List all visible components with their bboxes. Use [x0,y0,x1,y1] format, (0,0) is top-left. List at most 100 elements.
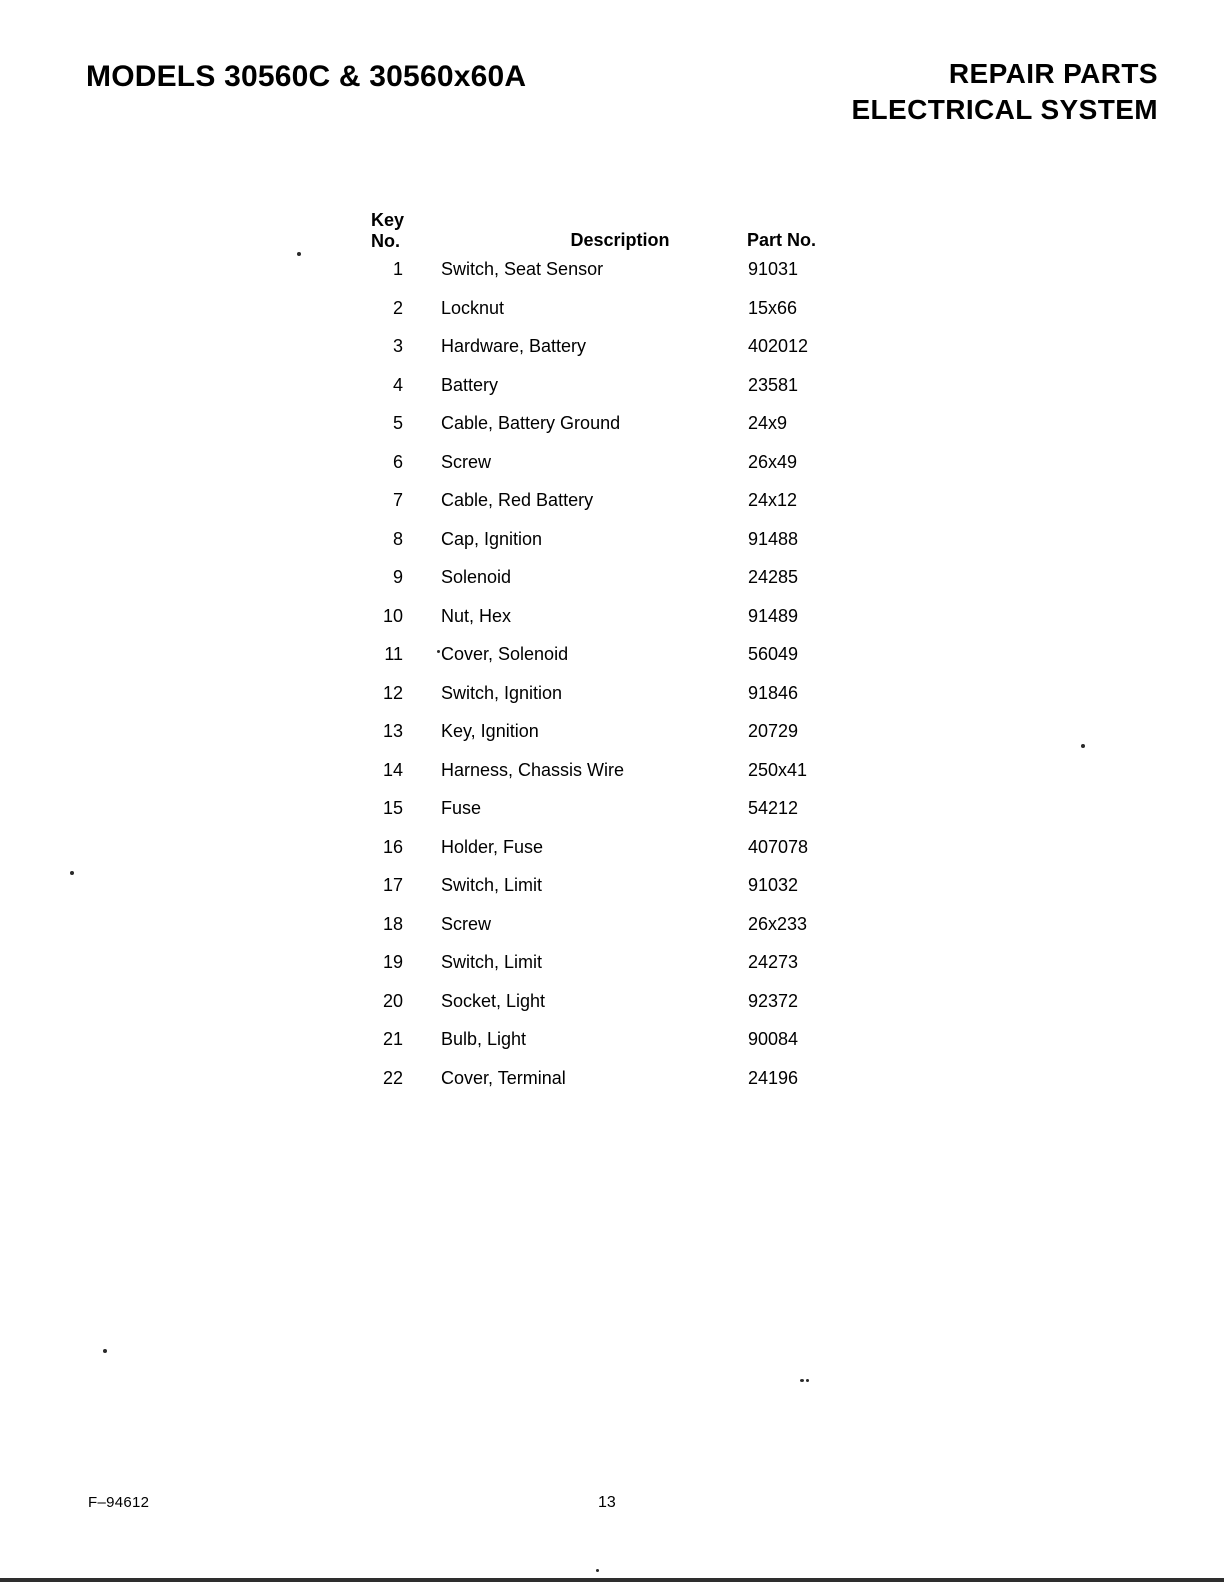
cell-key-no: 2 [392,297,403,318]
scan-speckle [297,252,301,256]
cell-key-no: 3 [392,336,403,356]
cell-part-no: 402012 [748,336,809,356]
table-row: 4 Battery 23581 [355,376,875,415]
cell-key-no: 9 [392,567,403,587]
scan-speckle [103,1349,107,1353]
table-row: 15 Fuse 54212 [355,799,875,838]
page-footer: F–94612 13 [0,1454,1224,1584]
column-header-part-no: Part No. [747,230,817,250]
cell-part-no: 24273 [748,952,799,972]
cell-description: Cover, Terminal [441,1067,566,1088]
table-row: 18 Screw 26x233 [355,915,875,954]
scan-speckle [437,650,440,653]
scan-speckle [70,871,74,875]
cell-key-no: 7 [392,490,403,510]
scan-speckle [800,1379,804,1382]
cell-description: Nut, Hex [441,605,512,626]
cell-key-no: 11 [384,644,403,664]
cell-key-no: 12 [382,682,403,703]
cell-description: Harness, Chassis Wire [441,759,625,780]
cell-description: Battery [441,374,499,395]
cell-description: Screw [441,913,492,934]
cell-part-no: 26x49 [748,451,798,472]
cell-description: Locknut [441,297,505,318]
document-page: MODELS 30560C & 30560x60A REPAIR PARTS E… [0,0,1224,1584]
cell-description: Hardware, Battery [441,336,587,356]
cell-key-no: 19 [382,952,403,972]
cell-key-no: 6 [392,451,403,472]
cell-part-no: 56049 [748,644,799,664]
table-row: 22 Cover, Terminal 24196 [355,1069,875,1108]
cell-part-no: 92372 [748,990,799,1011]
cell-part-no: 20729 [748,721,799,741]
page-number: 13 [598,1494,616,1511]
cell-key-no: 5 [392,413,403,433]
cell-key-no: 1 [392,259,403,279]
cell-part-no: 54212 [748,798,799,818]
page-header: MODELS 30560C & 30560x60A REPAIR PARTS E… [0,48,1224,138]
cell-key-no: 17 [382,875,403,895]
cell-part-no: 91032 [748,875,799,895]
cell-part-no: 23581 [748,374,799,395]
cell-key-no: 22 [382,1067,403,1088]
form-number: F–94612 [88,1494,150,1511]
parts-table: Key No. Description Part No. 1 Switch, Se… [355,206,875,1107]
cell-key-no: 18 [382,913,403,934]
cell-key-no: 4 [392,374,403,395]
model-title: MODELS 30560C & 30560x60A [86,60,527,93]
cell-part-no: 15x66 [748,297,798,318]
cell-key-no: 13 [382,721,403,741]
electrical-system-title: ELECTRICAL SYSTEM [851,93,1158,125]
table-row: 14 Harness, Chassis Wire 250x41 [355,761,875,800]
table-row: 21 Bulb, Light 90084 [355,1030,875,1069]
scan-speckle [1081,744,1085,748]
cell-part-no: 91846 [748,682,799,703]
table-row: 3 Hardware, Battery 402012 [355,337,875,376]
table-row: 7 Cable, Red Battery 24x12 [355,491,875,530]
table-row: 16 Holder, Fuse 407078 [355,838,875,877]
table-row: 19 Switch, Limit 24273 [355,953,875,992]
cell-part-no: 24285 [748,567,799,587]
scan-speckle [806,1379,809,1382]
cell-key-no: 16 [382,836,403,857]
table-row: 9 Solenoid 24285 [355,568,875,607]
cell-key-no: 10 [382,605,403,626]
cell-description: Holder, Fuse [441,836,544,857]
cell-part-no: 91489 [748,605,799,626]
cell-key-no: 20 [382,990,403,1011]
cell-description: Switch, Limit [441,875,543,895]
cell-description: Socket, Light [441,990,546,1011]
cell-part-no: 24x12 [748,490,798,510]
cell-description: Cover, Solenoid [441,644,569,664]
cell-key-no: 8 [392,528,403,549]
table-row: 6 Screw 26x49 [355,453,875,492]
cell-description: Bulb, Light [441,1029,527,1049]
column-header-description: Description [570,230,670,250]
table-row: 13 Key, Ignition 20729 [355,722,875,761]
table-row: 2 Locknut 15x66 [355,299,875,338]
table-row: 20 Socket, Light 92372 [355,992,875,1031]
table-body: 1 Switch, Seat Sensor 91031 2 Locknut 15x66 3 H… [355,260,875,1107]
cell-description: Screw [441,451,492,472]
cell-key-no: 15 [382,798,403,818]
cell-part-no: 90084 [748,1029,799,1049]
table-row: 1 Switch, Seat Sensor 91031 [355,260,875,299]
repair-parts-title: REPAIR PARTS [948,58,1158,89]
cell-part-no: 26x233 [748,913,808,934]
cell-key-no: 21 [382,1029,403,1049]
table-header-row: Key No. Description Part No. [355,206,875,258]
cell-description: Solenoid [441,567,512,587]
cell-part-no: 91031 [748,259,799,279]
cell-description: Cap, Ignition [441,528,543,549]
cell-part-no: 24x9 [748,413,788,433]
table-row: 12 Switch, Ignition 91846 [355,684,875,723]
table-row: 8 Cap, Ignition 91488 [355,530,875,569]
cell-description: Cable, Red Battery [441,490,594,510]
cell-key-no: 14 [382,759,403,780]
section-title-group: REPAIR PARTS ELECTRICAL SYSTEM [851,56,1158,128]
cell-description: Switch, Ignition [441,682,563,703]
table-row: 11 Cover, Solenoid 56049 [355,645,875,684]
cell-part-no: 91488 [748,528,799,549]
cell-description: Cable, Battery Ground [441,413,621,433]
cell-description: Key, Ignition [441,721,539,741]
